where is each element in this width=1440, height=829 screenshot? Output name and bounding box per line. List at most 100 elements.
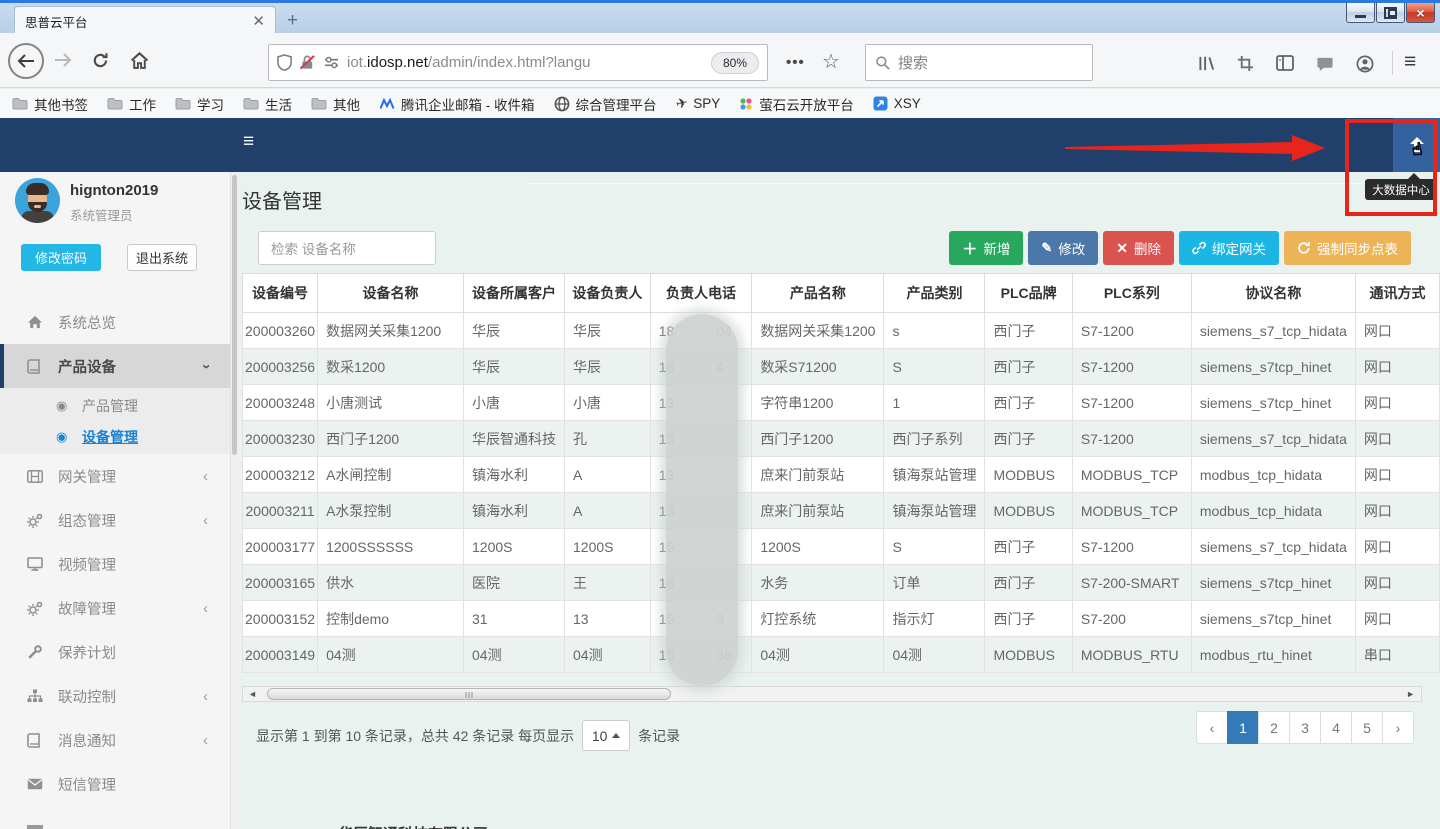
page-size-select[interactable]: 10 [582, 720, 630, 751]
sidebar-item-6[interactable]: 故障管理‹ [0, 586, 230, 630]
action-button-label: 绑定网关 [1212, 238, 1266, 258]
sidebar-item-7[interactable]: 保养计划 [0, 630, 230, 674]
table-row[interactable]: 200003212A水闸控制镇海水利A13庶来门前泵站镇海泵站管理MODBUSM… [243, 457, 1440, 493]
reload-button[interactable] [92, 52, 109, 69]
action-button-2[interactable]: ✎修改 [1028, 231, 1098, 265]
insecure-lock-icon[interactable] [299, 54, 316, 71]
page-button-2[interactable]: 2 [1258, 711, 1290, 744]
bookmark-item[interactable]: 腾讯企业邮箱 - 收件箱 [379, 94, 535, 114]
screenshot-crop-icon[interactable] [1237, 55, 1254, 72]
sidebar-subitem-2[interactable]: ◉设备管理 [0, 421, 230, 452]
bookmark-item[interactable]: 工作 [107, 94, 156, 114]
cell-plc_brand: 西门子 [985, 529, 1072, 565]
scroll-left-icon[interactable]: ◄ [248, 689, 257, 699]
sidebar-item-3[interactable]: 网关管理‹ [0, 454, 230, 498]
cell-product: 庶来门前泵站 [752, 457, 884, 493]
table-row[interactable]: 200003165供水医院王18水务订单西门子S7-200-SMARTsieme… [243, 565, 1440, 601]
action-button-5[interactable]: 强制同步点表 [1284, 231, 1411, 265]
logout-button[interactable]: 退出系统 [127, 244, 197, 271]
library-icon[interactable] [1197, 55, 1217, 72]
back-button[interactable] [8, 43, 44, 79]
table-row[interactable]: 200003230西门子1200华辰智通科技孔15西门子1200西门子系列西门子… [243, 421, 1440, 457]
browser-search-box[interactable]: 搜索 [865, 44, 1093, 81]
cell-category: s [884, 313, 985, 349]
avatar[interactable] [15, 178, 60, 223]
sidebar-scrollbar[interactable] [230, 172, 238, 829]
column-header: 协议名称 [1191, 274, 1355, 313]
device-search-input[interactable]: 检索 设备名称 [258, 231, 436, 265]
prev-page-button[interactable]: ‹ [1196, 711, 1228, 744]
sidebar-scrollbar-thumb[interactable] [232, 175, 237, 455]
window-close-button[interactable]: × [1406, 3, 1435, 23]
table-header-row: 设备编号设备名称设备所属客户设备负责人负责人电话产品名称产品类别PLC品牌PLC… [243, 274, 1440, 313]
window-minimize-button[interactable] [1346, 3, 1375, 23]
account-icon[interactable] [1356, 55, 1374, 73]
sidebar-toggle-icon[interactable] [1276, 55, 1294, 71]
xsy-icon [873, 96, 888, 111]
app-sidebar-toggle-icon[interactable]: ≡ [243, 131, 254, 153]
sidebar-item-1[interactable]: 系统总览 [0, 300, 230, 344]
shield-icon[interactable] [277, 54, 292, 71]
sidebar-partial-item [0, 825, 230, 829]
restore-icon [1388, 9, 1397, 17]
cell-plc_brand: 西门子 [985, 421, 1072, 457]
sidebar-item-4[interactable]: 组态管理‹ [0, 498, 230, 542]
pocket-bubble-icon[interactable] [1315, 55, 1335, 72]
table-row[interactable]: 200003152控制demo3113153灯控系统指示灯西门子S7-200si… [243, 601, 1440, 637]
page-button-5[interactable]: 5 [1351, 711, 1383, 744]
gears-icon [27, 513, 45, 528]
sidebar-item-2[interactable]: 产品设备‹ [0, 344, 230, 388]
bookmark-item[interactable]: 综合管理平台 [554, 94, 657, 114]
zoom-level-badge[interactable]: 80% [711, 52, 759, 74]
page-button-4[interactable]: 4 [1320, 711, 1352, 744]
action-button-1[interactable]: ＋新增 [949, 231, 1023, 265]
action-button-4[interactable]: 绑定网关 [1179, 231, 1279, 265]
scrollbar-thumb[interactable] [267, 688, 671, 700]
permissions-icon[interactable] [323, 55, 340, 70]
sidebar-item-8[interactable]: 联动控制‹ [0, 674, 230, 718]
action-button-3[interactable]: ✕删除 [1103, 231, 1174, 265]
home-button[interactable] [130, 52, 149, 69]
sidebar-item-10[interactable]: 短信管理 [0, 762, 230, 806]
new-tab-button[interactable]: + [287, 10, 298, 32]
tab-close-icon[interactable]: ✕ [252, 14, 265, 29]
page-actions-icon[interactable]: ••• [786, 54, 805, 71]
sidebar-item-9[interactable]: 消息通知‹ [0, 718, 230, 762]
next-page-button[interactable]: › [1382, 711, 1414, 744]
sidebar-subitem-1[interactable]: ◉产品管理 [0, 390, 230, 421]
cell-category: 西门子系列 [884, 421, 985, 457]
table-row[interactable]: 200003248小唐测试小唐小唐13字符串12001西门子S7-1200sie… [243, 385, 1440, 421]
page-button-1[interactable]: 1 [1227, 711, 1259, 744]
cell-name: 小唐测试 [318, 385, 464, 421]
main-content: 设备管理 检索 设备名称 ＋新增✎修改✕删除绑定网关强制同步点表 设备编号设备名… [238, 172, 1440, 829]
hamburger-menu-icon[interactable]: ≡ [1404, 50, 1416, 74]
table-row[interactable]: 20000314904测04测04测153804测04测MODBUSMODBUS… [243, 637, 1440, 673]
url-text[interactable]: iot.idosp.net/admin/index.html?langu [347, 54, 591, 71]
bookmark-star-icon[interactable]: ☆ [822, 49, 840, 74]
url-bar[interactable]: iot.idosp.net/admin/index.html?langu 80% [268, 44, 768, 81]
cell-product: 水务 [752, 565, 884, 601]
change-password-button[interactable]: 修改密码 [21, 244, 101, 271]
table-row[interactable]: 200003256数采1200华辰华辰184数采S71200S西门子S7-120… [243, 349, 1440, 385]
cell-plc_brand: 西门子 [985, 349, 1072, 385]
browser-tab[interactable]: 思普云平台 ✕ [14, 6, 276, 36]
bookmark-label: 工作 [129, 94, 156, 114]
sidebar-item-5[interactable]: 视频管理 [0, 542, 230, 586]
bookmark-item[interactable]: XSY [873, 96, 921, 111]
scroll-right-icon[interactable]: ► [1406, 689, 1415, 699]
bookmark-item[interactable]: ✈SPY [676, 95, 721, 112]
forward-button[interactable] [54, 53, 72, 67]
chevron-left-icon: ‹ [203, 512, 208, 529]
window-restore-button[interactable] [1376, 3, 1405, 23]
table-row[interactable]: 200003211A水泵控制镇海水利A13庶来门前泵站镇海泵站管理MODBUSM… [243, 493, 1440, 529]
page-button-3[interactable]: 3 [1289, 711, 1321, 744]
cell-plc_series: S7-1200 [1072, 385, 1191, 421]
bookmark-item[interactable]: 学习 [175, 94, 224, 114]
bookmark-item[interactable]: 其他书签 [12, 94, 88, 114]
bookmark-item[interactable]: 生活 [243, 94, 292, 114]
table-row[interactable]: 2000031771200SSSSSS1200S1200S151200SS西门子… [243, 529, 1440, 565]
horizontal-scrollbar[interactable]: ◄ ► [242, 686, 1422, 702]
table-row[interactable]: 200003260数据网关采集1200华辰华辰1804数据网关采集1200s西门… [243, 313, 1440, 349]
bookmark-item[interactable]: 其他 [311, 94, 360, 114]
bookmark-item[interactable]: 萤石云开放平台 [739, 94, 854, 114]
